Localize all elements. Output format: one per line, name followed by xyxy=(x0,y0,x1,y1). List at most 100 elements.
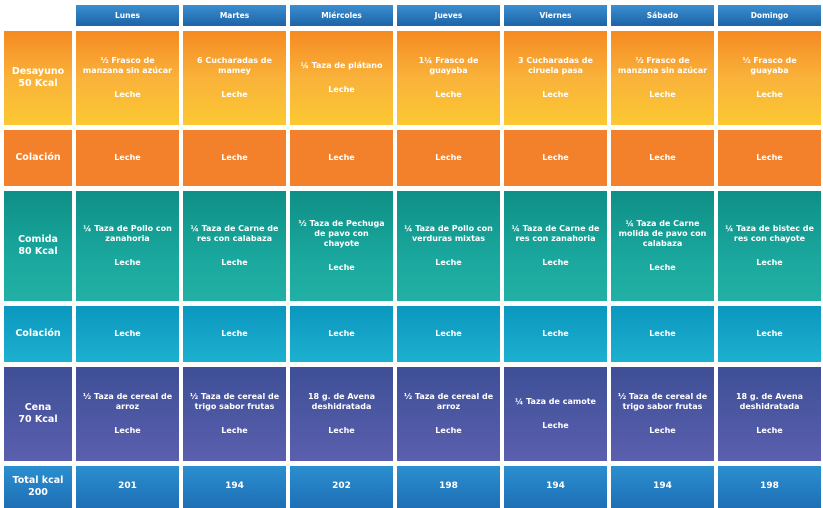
day-header-label: Domingo xyxy=(750,10,789,20)
meal-cell: ¼ Taza de plátano Leche xyxy=(290,31,393,125)
meal-drink: Leche xyxy=(756,426,783,435)
meal-drink: Leche xyxy=(649,90,676,99)
meal-food: ¼ Taza de Carne de res con calabaza xyxy=(190,224,279,243)
meal-cell: Leche xyxy=(397,130,500,186)
total-cell: 201 xyxy=(76,466,179,508)
meal-drink: Leche xyxy=(649,153,676,162)
meal-drink: Leche xyxy=(328,329,355,338)
meal-cell: 18 g. de Avena deshidratada Leche xyxy=(290,367,393,461)
meal-drink: Leche xyxy=(756,258,783,267)
day-header-label: Jueves xyxy=(434,10,463,20)
meal-cell: Leche xyxy=(76,306,179,362)
total-label: Total kcal xyxy=(12,475,64,487)
meal-drink: Leche xyxy=(114,329,141,338)
total-cell: 202 xyxy=(290,466,393,508)
meal-food: ½ Taza de cereal de trigo sabor frutas xyxy=(189,392,280,411)
meal-name: Cena xyxy=(24,402,52,414)
meal-cell: Leche xyxy=(504,130,607,186)
meal-row-label: Colación xyxy=(4,306,72,362)
day-header: Miércoles xyxy=(290,5,393,26)
meal-cell: 3 Cucharadas de ciruela pasa Leche xyxy=(504,31,607,125)
meal-row-label: Comida 80 Kcal xyxy=(4,191,72,301)
meal-cell: ½ Taza de Pechuga de pavo con chayote Lec… xyxy=(290,191,393,301)
meal-drink: Leche xyxy=(221,329,248,338)
meal-drink: Leche xyxy=(435,426,462,435)
meal-cell: Leche xyxy=(611,130,714,186)
meal-drink: Leche xyxy=(435,329,462,338)
total-target: 200 xyxy=(28,487,48,498)
meal-food: 6 Cucharadas de mamey xyxy=(197,56,272,75)
total-value: 201 xyxy=(118,481,137,492)
day-header-label: Viernes xyxy=(539,10,572,20)
meal-food: ½ Taza de Pechuga de pavo con chayote xyxy=(298,219,385,248)
total-value: 194 xyxy=(225,481,244,492)
meal-cell: Leche xyxy=(504,306,607,362)
meal-food: ½ Taza de cereal de arroz xyxy=(403,392,494,411)
meal-cell: ½ Taza de cereal de trigo sabor frutas Le… xyxy=(611,367,714,461)
meal-cell: 1¼ Frasco de guayaba Leche xyxy=(397,31,500,125)
meal-kcal: 70 Kcal xyxy=(18,414,58,425)
meal-cell: ½ Frasco de manzana sin azúcar Leche xyxy=(76,31,179,125)
meal-drink: Leche xyxy=(328,263,355,272)
day-header: Jueves xyxy=(397,5,500,26)
meal-drink: Leche xyxy=(435,258,462,267)
meal-food: ¼ Taza de Carne molida de pavo con calab… xyxy=(618,219,707,248)
meal-drink: Leche xyxy=(542,421,569,430)
day-header-label: Lunes xyxy=(114,10,140,20)
total-cell: 198 xyxy=(397,466,500,508)
meal-drink: Leche xyxy=(649,426,676,435)
day-header: Martes xyxy=(183,5,286,26)
meal-row-label: Cena 70 Kcal xyxy=(4,367,72,461)
meal-drink: Leche xyxy=(542,90,569,99)
meal-food: 18 g. de Avena deshidratada xyxy=(307,392,376,411)
meal-cell: ½ Frasco de guayaba Leche xyxy=(718,31,821,125)
meal-name: Colación xyxy=(15,328,61,340)
meal-drink: Leche xyxy=(649,329,676,338)
meal-food: ¼ Taza de plátano xyxy=(300,61,383,70)
meal-cell: Leche xyxy=(290,130,393,186)
header-corner xyxy=(4,5,72,26)
meal-food: 18 g. de Avena deshidratada xyxy=(735,392,804,411)
meal-drink: Leche xyxy=(221,153,248,162)
total-cell: 194 xyxy=(183,466,286,508)
meal-cell: ½ Taza de cereal de arroz Leche xyxy=(76,367,179,461)
meal-cell: ½ Frasco de manzana sin azúcar Leche xyxy=(611,31,714,125)
meal-cell: Leche xyxy=(76,130,179,186)
meal-food: ½ Frasco de manzana sin azúcar xyxy=(82,56,173,75)
meal-drink: Leche xyxy=(114,258,141,267)
meal-food: ¼ Taza de bistec de res con chayote xyxy=(725,224,814,243)
meal-food: ¼ Taza de Pollo con verduras mixtas xyxy=(404,224,493,243)
meal-cell: Leche xyxy=(611,306,714,362)
meal-drink: Leche xyxy=(435,90,462,99)
meal-food: ½ Taza de cereal de trigo sabor frutas xyxy=(617,392,708,411)
meal-kcal: 50 Kcal xyxy=(18,78,58,89)
meal-cell: ½ Taza de cereal de trigo sabor frutas Le… xyxy=(183,367,286,461)
meal-drink: Leche xyxy=(221,426,248,435)
meal-food: ¼ Taza de Carne de res con zanahoria xyxy=(511,224,600,243)
meal-row-label: Colación xyxy=(4,130,72,186)
meal-drink: Leche xyxy=(542,258,569,267)
meal-drink: Leche xyxy=(649,263,676,272)
meal-drink: Leche xyxy=(114,426,141,435)
meal-cell: ¼ Taza de Pollo con verduras mixtas Leche xyxy=(397,191,500,301)
meal-kcal: 80 Kcal xyxy=(18,246,58,257)
meal-name: Colación xyxy=(15,152,61,164)
meal-food: ½ Frasco de guayaba xyxy=(742,56,797,75)
meal-drink: Leche xyxy=(221,258,248,267)
meal-drink: Leche xyxy=(435,153,462,162)
meal-drink: Leche xyxy=(328,85,355,94)
total-value: 198 xyxy=(760,481,779,492)
meal-cell: ¼ Taza de Carne molida de pavo con calab… xyxy=(611,191,714,301)
total-row-label: Total kcal 200 xyxy=(4,466,72,508)
meal-food: ½ Taza de cereal de arroz xyxy=(82,392,173,411)
meal-drink: Leche xyxy=(756,90,783,99)
meal-drink: Leche xyxy=(221,90,248,99)
meal-cell: ¼ Taza de Carne de res con calabaza Leche xyxy=(183,191,286,301)
meal-cell: ½ Taza de cereal de arroz Leche xyxy=(397,367,500,461)
meal-cell: 18 g. de Avena deshidratada Leche xyxy=(718,367,821,461)
day-header: Sábado xyxy=(611,5,714,26)
meal-cell: ¼ Taza de bistec de res con chayote Leche xyxy=(718,191,821,301)
total-cell: 194 xyxy=(611,466,714,508)
total-value: 198 xyxy=(439,481,458,492)
meal-cell: Leche xyxy=(290,306,393,362)
